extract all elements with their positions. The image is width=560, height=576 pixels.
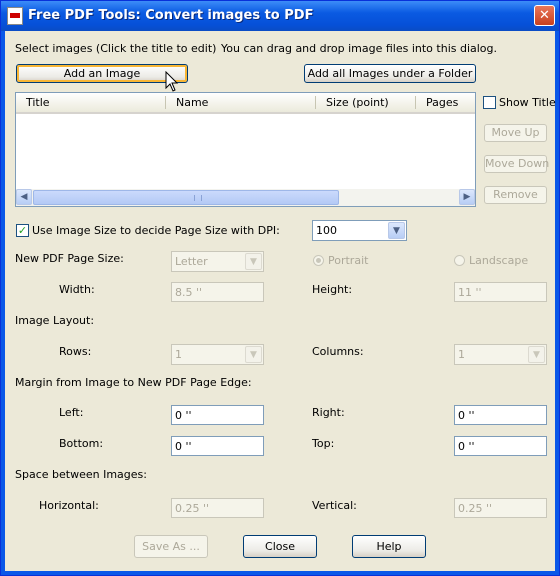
add-folder-button[interactable]: Add all Images under a Folder <box>304 64 476 83</box>
margin-bottom-field[interactable]: 0 '' <box>171 436 264 456</box>
horizontal-spacing-field[interactable]: 0.25 '' <box>171 498 264 518</box>
scroll-left-icon[interactable]: ◀ <box>16 189 32 205</box>
scroll-right-icon[interactable]: ▶ <box>459 189 475 205</box>
pdf-app-icon <box>7 7 23 25</box>
rows-label: Rows: <box>59 345 92 358</box>
height-field[interactable]: 11 '' <box>454 282 547 302</box>
chevron-down-icon[interactable]: ▼ <box>528 346 545 363</box>
save-as-button[interactable]: Save As ... <box>134 535 208 558</box>
portrait-label: Portrait <box>328 254 369 267</box>
page-size-label: New PDF Page Size: <box>15 252 124 265</box>
margin-left-field[interactable]: 0 '' <box>171 405 264 425</box>
horizontal-spacing-label: Horizontal: <box>39 499 99 512</box>
dpi-checkbox[interactable]: ✓ <box>16 224 29 237</box>
dialog-body: Select images (Click the title to edit) … <box>5 31 556 571</box>
scrollbar-thumb[interactable] <box>33 190 339 205</box>
move-up-button[interactable]: Move Up <box>484 124 547 142</box>
remove-button[interactable]: Remove <box>484 186 547 204</box>
title-bar[interactable]: Free PDF Tools: Convert images to PDF ✕ <box>1 1 559 31</box>
margin-left-label: Left: <box>59 406 84 419</box>
dialog-window: Free PDF Tools: Convert images to PDF ✕ … <box>0 0 560 576</box>
page-size-select[interactable]: Letter ▼ <box>171 251 264 272</box>
width-field[interactable]: 8.5 '' <box>171 282 264 302</box>
add-image-button[interactable]: Add an Image <box>16 64 188 83</box>
page-size-value: Letter <box>175 255 208 268</box>
window-close-button[interactable]: ✕ <box>534 5 555 26</box>
chevron-down-icon[interactable]: ▼ <box>388 222 405 239</box>
images-table[interactable]: Title Name Size (point) Pages ◀ ▶ <box>15 92 476 207</box>
image-layout-label: Image Layout: <box>15 314 95 327</box>
column-name[interactable]: Name <box>176 96 208 109</box>
move-down-button[interactable]: Move Down <box>484 155 549 173</box>
chevron-down-icon[interactable]: ▼ <box>245 253 262 270</box>
margin-right-field[interactable]: 0 '' <box>454 405 547 425</box>
vertical-spacing-field[interactable]: 0.25 '' <box>454 498 547 518</box>
landscape-label: Landscape <box>469 254 529 267</box>
rows-select[interactable]: 1 ▼ <box>171 344 264 365</box>
columns-label: Columns: <box>312 345 364 358</box>
column-title[interactable]: Title <box>26 96 50 109</box>
column-size[interactable]: Size (point) <box>326 96 389 109</box>
columns-value: 1 <box>458 348 465 361</box>
vertical-spacing-label: Vertical: <box>312 499 357 512</box>
chevron-down-icon[interactable]: ▼ <box>245 346 262 363</box>
dpi-label: Use Image Size to decide Page Size with … <box>32 224 280 237</box>
columns-select[interactable]: 1 ▼ <box>454 344 547 365</box>
drag-drop-hint: You can drag and drop image files into t… <box>221 42 498 55</box>
window-title: Free PDF Tools: Convert images to PDF <box>28 8 314 23</box>
margin-label: Margin from Image to New PDF Page Edge: <box>15 376 252 389</box>
show-title-label: Show Title <box>499 96 556 109</box>
column-pages[interactable]: Pages <box>426 96 458 109</box>
margin-bottom-label: Bottom: <box>59 437 104 450</box>
help-button[interactable]: Help <box>352 535 426 558</box>
select-images-label: Select images (Click the title to edit) <box>15 42 217 55</box>
width-label: Width: <box>59 283 95 296</box>
rows-value: 1 <box>175 348 182 361</box>
show-title-checkbox[interactable] <box>483 96 496 109</box>
landscape-radio[interactable] <box>454 255 465 266</box>
mouse-cursor-icon <box>165 71 179 92</box>
horizontal-scrollbar[interactable]: ◀ ▶ <box>16 189 475 206</box>
height-label: Height: <box>312 283 353 296</box>
margin-right-label: Right: <box>312 406 345 419</box>
table-header: Title Name Size (point) Pages <box>16 93 475 114</box>
portrait-radio[interactable] <box>313 255 324 266</box>
close-button[interactable]: Close <box>243 535 317 558</box>
spacing-label: Space between Images: <box>15 468 147 481</box>
margin-top-field[interactable]: 0 '' <box>454 436 547 456</box>
dpi-value: 100 <box>316 224 337 237</box>
dpi-select[interactable]: 100 ▼ <box>312 220 407 241</box>
margin-top-label: Top: <box>312 437 335 450</box>
